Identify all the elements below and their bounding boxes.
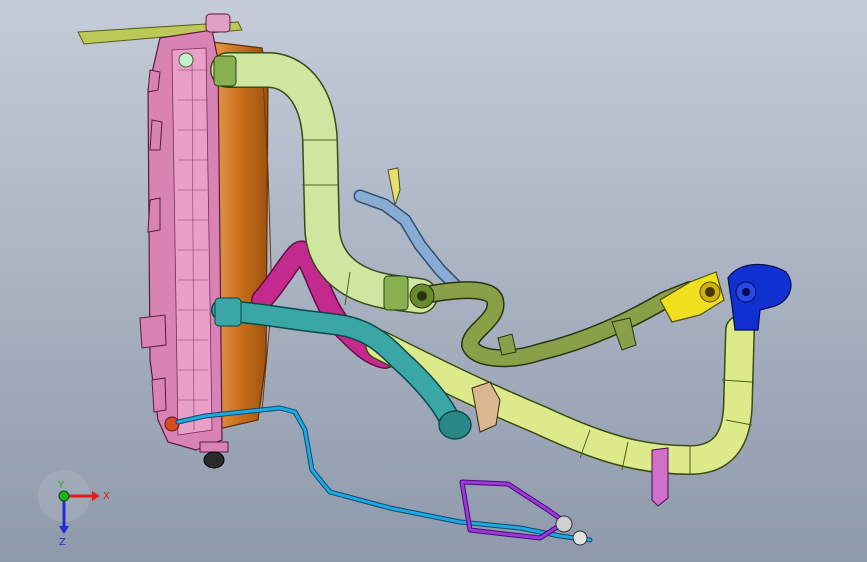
cad-model-canvas[interactable]: X Y Z xyxy=(0,0,867,562)
cad-viewport[interactable]: X Y Z xyxy=(0,0,867,562)
origin-marker xyxy=(58,490,70,502)
teal-hose-outlet[interactable] xyxy=(438,410,472,440)
upper-hose-outlet-clamp[interactable] xyxy=(383,275,409,311)
x-axis-label: X xyxy=(103,491,110,502)
hose-clamp-bracket[interactable] xyxy=(651,447,669,507)
y-axis-label: Y xyxy=(57,480,65,491)
z-axis-label: Z xyxy=(59,537,66,548)
upper-hose-clamp[interactable] xyxy=(213,55,237,87)
teal-hose-clamp[interactable] xyxy=(214,297,242,327)
